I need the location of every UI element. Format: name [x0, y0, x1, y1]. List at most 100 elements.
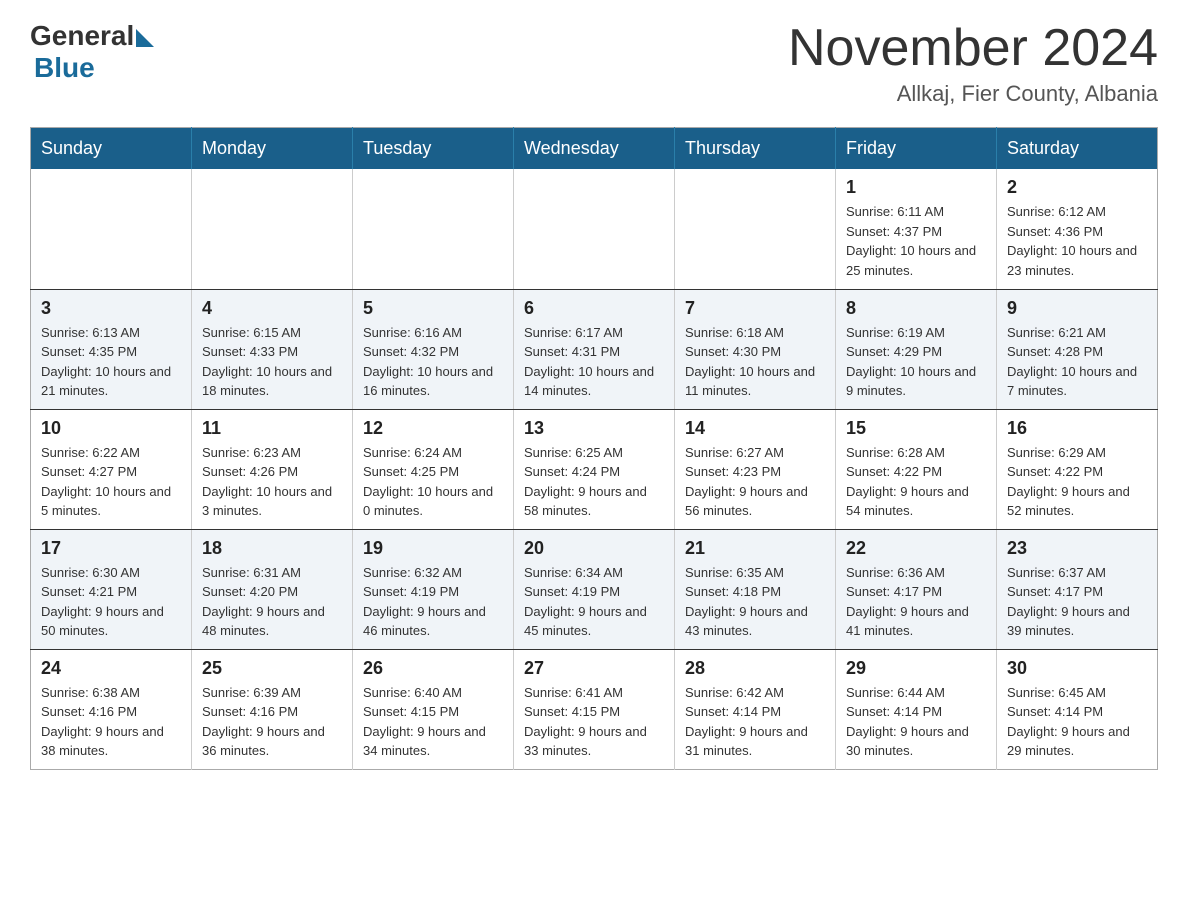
calendar-day-cell: 22Sunrise: 6:36 AM Sunset: 4:17 PM Dayli…	[836, 529, 997, 649]
day-info: Sunrise: 6:37 AM Sunset: 4:17 PM Dayligh…	[1007, 563, 1147, 641]
day-number: 19	[363, 538, 503, 559]
calendar-day-cell: 19Sunrise: 6:32 AM Sunset: 4:19 PM Dayli…	[353, 529, 514, 649]
day-info: Sunrise: 6:29 AM Sunset: 4:22 PM Dayligh…	[1007, 443, 1147, 521]
day-number: 12	[363, 418, 503, 439]
calendar-day-cell: 24 Sunrise: 6:38 AM Sunset: 4:16 PM Dayli…	[31, 649, 192, 769]
day-of-week-header: Monday	[192, 128, 353, 170]
day-number: 1	[846, 177, 986, 198]
day-of-week-header: Sunday	[31, 128, 192, 170]
day-number: 6	[524, 298, 664, 319]
day-info: Sunrise: 6:16 AM Sunset: 4:32 PM Dayligh…	[363, 323, 503, 401]
month-title: November 2024	[788, 20, 1158, 77]
day-number: 21	[685, 538, 825, 559]
day-number: 27	[524, 658, 664, 679]
calendar-day-cell	[353, 169, 514, 289]
calendar-day-cell	[675, 169, 836, 289]
day-of-week-header: Tuesday	[353, 128, 514, 170]
calendar-week-row: 10 Sunrise: 6:22 AM Sunset: 4:27 PM Dayli…	[31, 409, 1158, 529]
calendar-day-cell: 28 Sunrise: 6:42 AM Sunset: 4:14 PM Dayli…	[675, 649, 836, 769]
day-of-week-header: Friday	[836, 128, 997, 170]
day-number: 10	[41, 418, 181, 439]
day-info: Sunrise: 6:35 AM Sunset: 4:18 PM Dayligh…	[685, 563, 825, 641]
day-info: Sunrise: 6:15 AM Sunset: 4:33 PM Dayligh…	[202, 323, 342, 401]
day-number: 11	[202, 418, 342, 439]
day-number: 3	[41, 298, 181, 319]
day-info: Sunrise: 6:25 AM Sunset: 4:24 PM Dayligh…	[524, 443, 664, 521]
day-info: Sunrise: 6:44 AM Sunset: 4:14 PM Dayligh…	[846, 683, 986, 761]
day-number: 28	[685, 658, 825, 679]
calendar-day-cell: 5Sunrise: 6:16 AM Sunset: 4:32 PM Daylig…	[353, 289, 514, 409]
day-info: Sunrise: 6:22 AM Sunset: 4:27 PM Dayligh…	[41, 443, 181, 521]
calendar-day-cell: 17 Sunrise: 6:30 AM Sunset: 4:21 PM Dayli…	[31, 529, 192, 649]
day-of-week-header: Saturday	[997, 128, 1158, 170]
calendar-day-cell: 3 Sunrise: 6:13 AM Sunset: 4:35 PM Daylig…	[31, 289, 192, 409]
calendar-day-cell: 26Sunrise: 6:40 AM Sunset: 4:15 PM Dayli…	[353, 649, 514, 769]
calendar-day-cell: 1 Sunrise: 6:11 AM Sunset: 4:37 PM Daylig…	[836, 169, 997, 289]
day-info: Sunrise: 6:41 AM Sunset: 4:15 PM Dayligh…	[524, 683, 664, 761]
day-number: 7	[685, 298, 825, 319]
day-info: Sunrise: 6:11 AM Sunset: 4:37 PM Dayligh…	[846, 202, 986, 280]
day-number: 20	[524, 538, 664, 559]
calendar-day-cell: 4 Sunrise: 6:15 AM Sunset: 4:33 PM Daylig…	[192, 289, 353, 409]
day-number: 26	[363, 658, 503, 679]
day-number: 18	[202, 538, 342, 559]
day-info: Sunrise: 6:27 AM Sunset: 4:23 PM Dayligh…	[685, 443, 825, 521]
calendar-day-cell: 16 Sunrise: 6:29 AM Sunset: 4:22 PM Dayli…	[997, 409, 1158, 529]
page-header: General Blue November 2024 Allkaj, Fier …	[30, 20, 1158, 107]
calendar-day-cell: 14 Sunrise: 6:27 AM Sunset: 4:23 PM Dayli…	[675, 409, 836, 529]
day-number: 14	[685, 418, 825, 439]
calendar-day-cell: 7 Sunrise: 6:18 AM Sunset: 4:30 PM Daylig…	[675, 289, 836, 409]
day-number: 2	[1007, 177, 1147, 198]
calendar-day-cell: 12 Sunrise: 6:24 AM Sunset: 4:25 PM Dayli…	[353, 409, 514, 529]
day-number: 30	[1007, 658, 1147, 679]
day-number: 16	[1007, 418, 1147, 439]
day-info: Sunrise: 6:13 AM Sunset: 4:35 PM Dayligh…	[41, 323, 181, 401]
day-info: Sunrise: 6:38 AM Sunset: 4:16 PM Dayligh…	[41, 683, 181, 761]
day-info: Sunrise: 6:17 AM Sunset: 4:31 PM Dayligh…	[524, 323, 664, 401]
calendar-day-cell: 25 Sunrise: 6:39 AM Sunset: 4:16 PM Dayli…	[192, 649, 353, 769]
calendar-day-cell: 20 Sunrise: 6:34 AM Sunset: 4:19 PM Dayli…	[514, 529, 675, 649]
calendar-day-cell: 2Sunrise: 6:12 AM Sunset: 4:36 PM Daylig…	[997, 169, 1158, 289]
day-number: 8	[846, 298, 986, 319]
day-number: 4	[202, 298, 342, 319]
calendar-week-row: 1 Sunrise: 6:11 AM Sunset: 4:37 PM Daylig…	[31, 169, 1158, 289]
day-info: Sunrise: 6:24 AM Sunset: 4:25 PM Dayligh…	[363, 443, 503, 521]
calendar-day-cell: 8 Sunrise: 6:19 AM Sunset: 4:29 PM Daylig…	[836, 289, 997, 409]
calendar-day-cell: 9 Sunrise: 6:21 AM Sunset: 4:28 PM Daylig…	[997, 289, 1158, 409]
calendar-day-cell: 10 Sunrise: 6:22 AM Sunset: 4:27 PM Dayli…	[31, 409, 192, 529]
day-info: Sunrise: 6:34 AM Sunset: 4:19 PM Dayligh…	[524, 563, 664, 641]
calendar-day-cell: 11 Sunrise: 6:23 AM Sunset: 4:26 PM Dayli…	[192, 409, 353, 529]
day-number: 17	[41, 538, 181, 559]
calendar-week-row: 17 Sunrise: 6:30 AM Sunset: 4:21 PM Dayli…	[31, 529, 1158, 649]
calendar-day-cell: 29Sunrise: 6:44 AM Sunset: 4:14 PM Dayli…	[836, 649, 997, 769]
logo-general-text: General	[30, 20, 134, 52]
calendar-day-cell: 6 Sunrise: 6:17 AM Sunset: 4:31 PM Daylig…	[514, 289, 675, 409]
logo: General Blue	[30, 20, 154, 84]
day-info: Sunrise: 6:30 AM Sunset: 4:21 PM Dayligh…	[41, 563, 181, 641]
day-number: 9	[1007, 298, 1147, 319]
day-info: Sunrise: 6:18 AM Sunset: 4:30 PM Dayligh…	[685, 323, 825, 401]
day-number: 24	[41, 658, 181, 679]
day-info: Sunrise: 6:42 AM Sunset: 4:14 PM Dayligh…	[685, 683, 825, 761]
day-of-week-header: Thursday	[675, 128, 836, 170]
day-info: Sunrise: 6:23 AM Sunset: 4:26 PM Dayligh…	[202, 443, 342, 521]
calendar-day-cell: 18 Sunrise: 6:31 AM Sunset: 4:20 PM Dayli…	[192, 529, 353, 649]
logo-arrow-icon	[136, 29, 154, 47]
day-info: Sunrise: 6:39 AM Sunset: 4:16 PM Dayligh…	[202, 683, 342, 761]
title-section: November 2024 Allkaj, Fier County, Alban…	[788, 20, 1158, 107]
day-of-week-header: Wednesday	[514, 128, 675, 170]
day-info: Sunrise: 6:31 AM Sunset: 4:20 PM Dayligh…	[202, 563, 342, 641]
calendar-day-cell: 15 Sunrise: 6:28 AM Sunset: 4:22 PM Dayli…	[836, 409, 997, 529]
day-number: 15	[846, 418, 986, 439]
logo-blue-text: Blue	[34, 52, 95, 84]
day-number: 13	[524, 418, 664, 439]
day-info: Sunrise: 6:19 AM Sunset: 4:29 PM Dayligh…	[846, 323, 986, 401]
day-info: Sunrise: 6:21 AM Sunset: 4:28 PM Dayligh…	[1007, 323, 1147, 401]
day-number: 25	[202, 658, 342, 679]
calendar-table: SundayMondayTuesdayWednesdayThursdayFrid…	[30, 127, 1158, 770]
day-info: Sunrise: 6:45 AM Sunset: 4:14 PM Dayligh…	[1007, 683, 1147, 761]
calendar-header-row: SundayMondayTuesdayWednesdayThursdayFrid…	[31, 128, 1158, 170]
calendar-day-cell: 13 Sunrise: 6:25 AM Sunset: 4:24 PM Dayli…	[514, 409, 675, 529]
day-info: Sunrise: 6:28 AM Sunset: 4:22 PM Dayligh…	[846, 443, 986, 521]
calendar-day-cell: 23Sunrise: 6:37 AM Sunset: 4:17 PM Dayli…	[997, 529, 1158, 649]
